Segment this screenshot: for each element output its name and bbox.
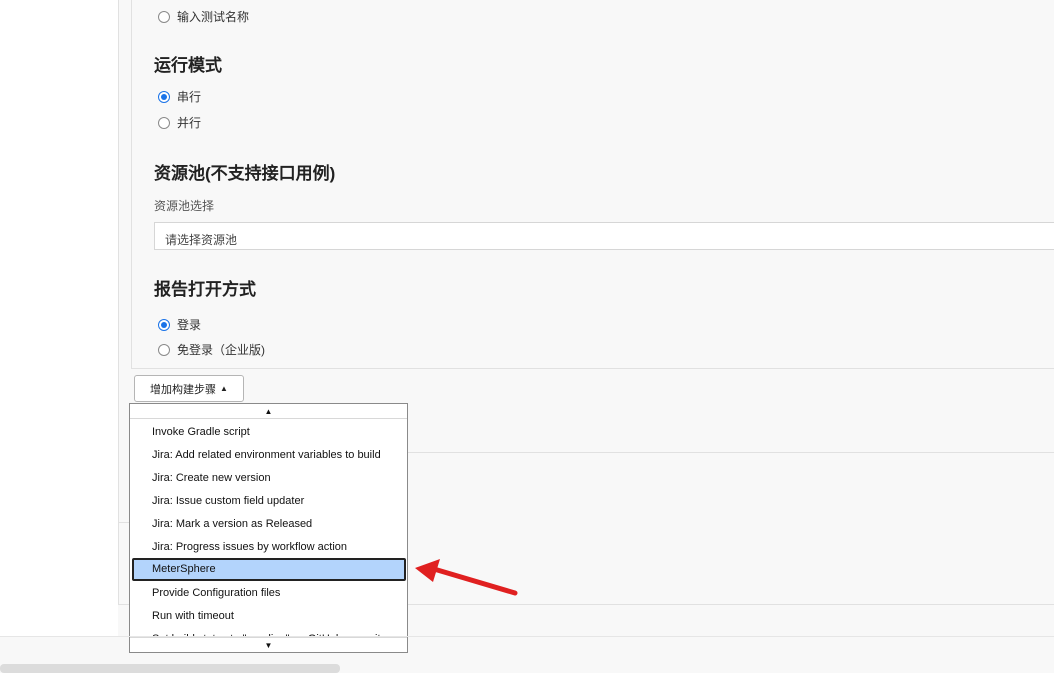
- radio-label: 免登录（企业版): [177, 343, 265, 357]
- radio-login[interactable]: 登录: [158, 316, 201, 333]
- resource-pool-label: 资源池选择: [154, 199, 215, 213]
- scroll-up-icon[interactable]: ▲: [130, 404, 407, 419]
- radio-label: 登录: [177, 318, 202, 332]
- radio-circle[interactable]: [158, 116, 170, 129]
- radio-label: 并行: [177, 116, 202, 130]
- footer-divider: [0, 636, 1054, 637]
- menu-item[interactable]: Jira: Create new version: [130, 467, 407, 490]
- menu-item[interactable]: Jira: Add related environment variables …: [130, 444, 407, 467]
- build-step-dropdown[interactable]: ▲ Invoke Gradle script Jira: Add related…: [129, 403, 408, 653]
- radio-circle-checked[interactable]: [158, 90, 170, 103]
- radio-circle[interactable]: [158, 343, 170, 356]
- scroll-down-icon[interactable]: ▼: [130, 637, 407, 652]
- radio-no-login[interactable]: 免登录（企业版): [158, 341, 265, 358]
- red-arrow-icon: [415, 559, 518, 596]
- menu-item[interactable]: Jira: Progress issues by workflow action: [130, 536, 407, 559]
- run-mode-heading: 运行模式: [154, 56, 222, 75]
- menu-item[interactable]: Provide Configuration files: [130, 582, 407, 605]
- radio-circle-checked[interactable]: [158, 318, 170, 331]
- radio-test-name[interactable]: 输入测试名称: [158, 8, 249, 25]
- caret-up-icon: ▲: [220, 384, 228, 393]
- radio-label: 输入测试名称: [177, 10, 250, 24]
- radio-serial[interactable]: 串行: [158, 88, 201, 105]
- left-gutter: [0, 0, 118, 636]
- add-step-label: 增加构建步骤: [150, 383, 217, 396]
- menu-item-metersphere[interactable]: MeterSphere: [132, 558, 406, 581]
- radio-circle[interactable]: [158, 10, 170, 23]
- report-open-heading: 报告打开方式: [154, 280, 256, 299]
- menu-item[interactable]: Run with timeout: [130, 605, 407, 628]
- resource-pool-heading: 资源池(不支持接口用例): [154, 164, 336, 183]
- menu-item[interactable]: Invoke Gradle script: [130, 421, 407, 444]
- menu-item[interactable]: Jira: Mark a version as Released: [130, 513, 407, 536]
- resource-pool-select[interactable]: 请选择资源池: [154, 222, 1054, 250]
- metersphere-step-section: [131, 0, 1054, 369]
- radio-parallel[interactable]: 并行: [158, 114, 201, 131]
- add-build-step-button[interactable]: 增加构建步骤 ▲: [134, 375, 244, 402]
- menu-item[interactable]: Jira: Issue custom field updater: [130, 490, 407, 513]
- radio-label: 串行: [177, 90, 202, 104]
- horizontal-scrollbar[interactable]: [0, 664, 340, 673]
